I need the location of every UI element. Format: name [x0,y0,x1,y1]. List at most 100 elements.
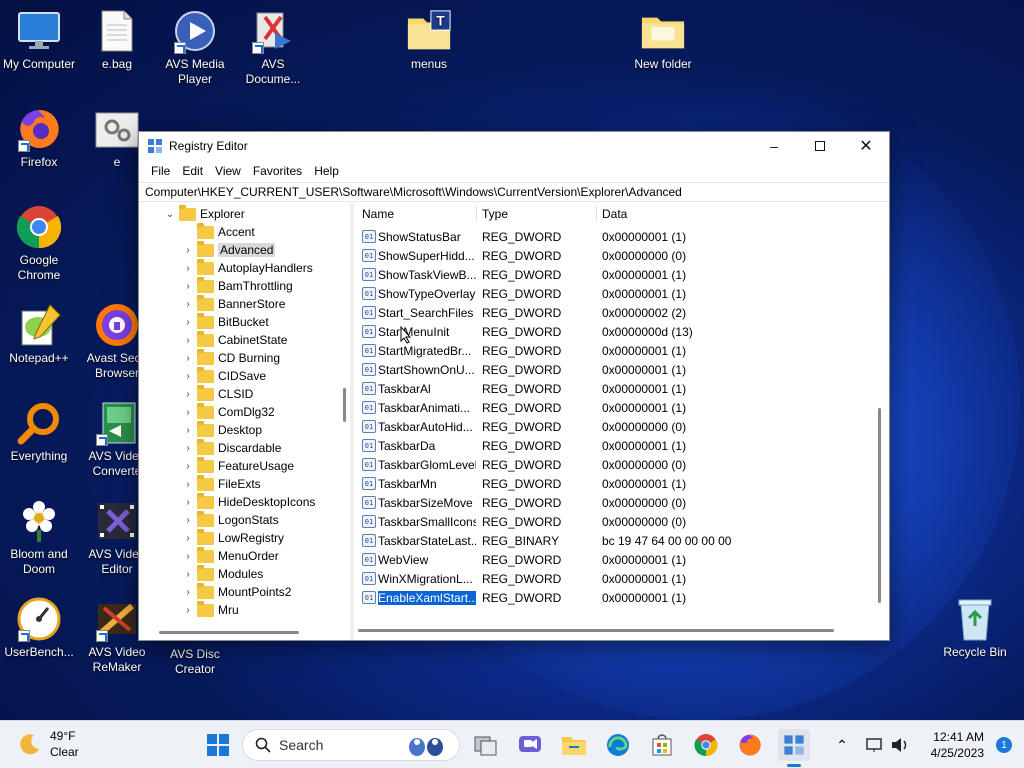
menu-edit[interactable]: Edit [176,164,209,178]
tree-item-hidedesktopicons[interactable]: › HideDesktopIcons [181,492,315,511]
desktop-icon-google-chrome[interactable]: Google Chrome [0,204,78,283]
menu-favorites[interactable]: Favorites [247,164,308,178]
chevron-right-icon[interactable]: › [181,371,195,382]
clock[interactable]: 12:41 AM 4/25/2023 [931,729,984,761]
tree-item-mountpoints2[interactable]: › MountPoints2 [181,582,291,601]
value-row[interactable]: 01 WebView REG_DWORD 0x00000001 (1) [354,550,869,569]
chevron-right-icon[interactable]: › [181,587,195,598]
tree-item-cabinetstate[interactable]: › CabinetState [181,330,287,349]
chat-button[interactable] [514,729,546,761]
tree-item-autoplayhandlers[interactable]: › AutoplayHandlers [181,258,313,277]
show-hidden-icons-button[interactable]: ⌃ [830,729,854,761]
value-row[interactable]: 01 TaskbarMn REG_DWORD 0x00000001 (1) [354,474,869,493]
chevron-right-icon[interactable]: › [181,281,195,292]
column-data-header[interactable]: Data [602,207,627,221]
value-row[interactable]: 01 TaskbarAl REG_DWORD 0x00000001 (1) [354,379,869,398]
value-row[interactable]: 01 ShowSuperHidd... REG_DWORD 0x00000000 (0… [354,246,869,265]
key-tree[interactable]: ⌄ Explorer Accent › Advanced › AutoplayHandl… [139,203,354,640]
desktop-icon-menus[interactable]: T menus [390,8,468,72]
value-row[interactable]: 01 TaskbarSmallIcons REG_DWORD 0x00000000 (… [354,512,869,531]
value-row[interactable]: 01 TaskbarAnimati... REG_DWORD 0x00000001 (… [354,398,869,417]
menu-help[interactable]: Help [308,164,345,178]
chevron-right-icon[interactable]: › [181,461,195,472]
volume-button[interactable] [888,729,912,761]
column-type-header[interactable]: Type [482,207,600,221]
chevron-right-icon[interactable]: › [181,317,195,328]
chevron-right-icon[interactable]: › [181,425,195,436]
value-row[interactable]: 01 ShowTypeOverlay REG_DWORD 0x00000001 (1) [354,284,869,303]
weather-widget[interactable]: 49°F Clear [18,728,79,760]
edge-button[interactable] [602,729,634,761]
chevron-right-icon[interactable]: › [181,443,195,454]
tree-item-featureusage[interactable]: › FeatureUsage [181,456,294,475]
tree-item-lowregistry[interactable]: › LowRegistry [181,528,284,547]
tree-item-bitbucket[interactable]: › BitBucket [181,312,269,331]
minimize-button[interactable]: – [751,132,797,160]
network-button[interactable] [862,729,886,761]
close-button[interactable]: ✕ [843,132,889,160]
desktop-icon-userbenchmark[interactable]: UserBench... [0,596,78,660]
value-row[interactable]: 01 StartMenuInit REG_DWORD 0x0000000d (13) [354,322,869,341]
chevron-right-icon[interactable]: › [181,299,195,310]
tree-vertical-scrollbar[interactable] [343,388,346,422]
value-row[interactable]: 01 StartShownOnU... REG_DWORD 0x00000001 (1… [354,360,869,379]
value-row[interactable]: 01 StartMigratedBr... REG_DWORD 0x00000001 … [354,341,869,360]
tree-item-explorer[interactable]: ⌄ Explorer [163,204,245,223]
tree-item-logonstats[interactable]: › LogonStats [181,510,279,529]
chevron-right-icon[interactable]: › [181,569,195,580]
chevron-right-icon[interactable]: › [181,479,195,490]
title-bar[interactable]: Registry Editor – ✕ [139,132,889,160]
chevron-right-icon[interactable]: › [181,551,195,562]
tree-item-mru[interactable]: › Mru [181,600,239,619]
tree-item-advanced[interactable]: › Advanced [181,240,276,259]
values-vertical-scrollbar[interactable] [878,408,881,603]
tree-item-comdlg32[interactable]: › ComDlg32 [181,402,275,421]
tree-item-desktop[interactable]: › Desktop [181,420,262,439]
chevron-right-icon[interactable]: › [181,497,195,508]
desktop-icon-bloom-and-doom[interactable]: Bloom and Doom [0,498,78,577]
chevron-down-icon[interactable]: ⌄ [163,209,177,220]
tree-item-cidsave[interactable]: › CIDSave [181,366,266,385]
value-row[interactable]: 01 TaskbarAutoHid... REG_DWORD 0x00000000 (… [354,417,869,436]
firefox-button[interactable] [734,729,766,761]
chevron-right-icon[interactable]: › [181,407,195,418]
desktop-icon-notepad-plus-plus[interactable]: Notepad++ [0,302,78,366]
tree-item-accent[interactable]: Accent [181,222,255,241]
value-row[interactable]: 01 Start_SearchFiles REG_DWORD 0x00000002 (… [354,303,869,322]
value-row[interactable]: 01 ShowTaskViewB... REG_DWORD 0x00000001 (1… [354,265,869,284]
desktop-icon-firefox[interactable]: Firefox [0,106,78,170]
store-button[interactable] [646,729,678,761]
address-bar[interactable]: Computer\HKEY_CURRENT_USER\Software\Micr… [139,182,889,202]
value-row[interactable]: 01 TaskbarStateLast... REG_BINARY bc 19 47 … [354,531,869,550]
tree-item-discardable[interactable]: › Discardable [181,438,281,457]
tree-item-bamthrottling[interactable]: › BamThrottling [181,276,293,295]
tree-item-clsid[interactable]: › CLSID [181,384,253,403]
values-horizontal-scrollbar[interactable] [358,629,834,632]
tree-item-bannerstore[interactable]: › BannerStore [181,294,285,313]
desktop-icon-avs-media-player[interactable]: AVS Media Player [156,8,234,87]
value-row[interactable]: 01 TaskbarDa REG_DWORD 0x00000001 (1) [354,436,869,455]
chevron-right-icon[interactable]: › [181,263,195,274]
notification-badge[interactable]: 1 [996,737,1012,753]
chevron-right-icon[interactable]: › [181,389,195,400]
desktop-icon-everything[interactable]: Everything [0,400,78,464]
file-explorer-button[interactable] [558,729,590,761]
desktop-icon-e-bag[interactable]: e.bag [78,8,156,72]
chevron-right-icon[interactable]: › [181,245,195,256]
value-row[interactable]: 01 TaskbarGlomLevel REG_DWORD 0x00000000 (0… [354,455,869,474]
tree-item-fileexts[interactable]: › FileExts [181,474,261,493]
chevron-right-icon[interactable]: › [181,515,195,526]
chevron-right-icon[interactable]: › [181,533,195,544]
chevron-right-icon[interactable]: › [181,335,195,346]
desktop-icon-avs-document[interactable]: AVS Docume... [234,8,312,87]
value-row[interactable]: 01 ShowStatusBar REG_DWORD 0x00000001 (1) [354,227,869,246]
chevron-right-icon[interactable]: › [181,605,195,616]
regedit-taskbar-button[interactable] [778,729,810,767]
start-button[interactable] [202,729,234,761]
values-list[interactable]: Name Type Data 01 ShowStatusBar REG_DWORD 0… [354,203,889,640]
value-row[interactable]: 01 TaskbarSizeMove REG_DWORD 0x00000000 (0) [354,493,869,512]
desktop-icon-my-computer[interactable]: My Computer [0,8,78,72]
tree-item-cd-burning[interactable]: › CD Burning [181,348,280,367]
chevron-right-icon[interactable]: › [181,353,195,364]
value-row[interactable]: 01 EnableXamlStart... REG_DWORD 0x00000001 … [354,588,869,607]
